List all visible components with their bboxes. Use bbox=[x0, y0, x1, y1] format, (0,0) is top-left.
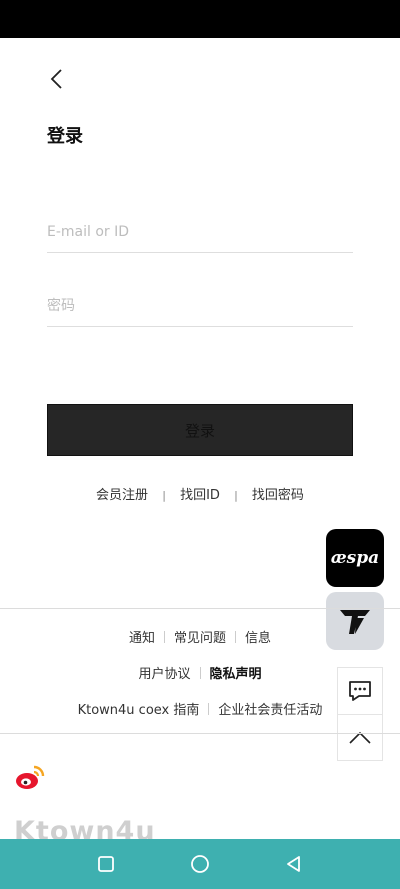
password-field-wrapper bbox=[47, 294, 353, 327]
find-password-link[interactable]: 找回密码 bbox=[252, 488, 304, 503]
page-title: 登录 bbox=[47, 126, 83, 147]
footer-divider bbox=[0, 608, 400, 609]
square-icon[interactable] bbox=[96, 854, 116, 874]
aespa-shortcut-button[interactable]: æspa bbox=[326, 529, 384, 587]
notice-link[interactable]: 通知 bbox=[129, 631, 155, 646]
password-input[interactable] bbox=[47, 294, 353, 318]
csr-link[interactable]: 企业社会责任活动 bbox=[218, 703, 322, 718]
coex-guide-link[interactable]: Ktown4u coex 指南 bbox=[78, 703, 200, 718]
triangle-back-icon[interactable] bbox=[284, 854, 304, 874]
system-navigation-bar bbox=[0, 839, 400, 889]
email-input[interactable] bbox=[47, 220, 353, 244]
back-icon bbox=[50, 69, 62, 89]
chat-button[interactable] bbox=[338, 668, 382, 714]
weibo-link[interactable] bbox=[14, 764, 46, 792]
privacy-link[interactable]: 隐私声明 bbox=[210, 667, 262, 682]
footer-divider-bottom bbox=[0, 733, 400, 734]
chat-icon bbox=[349, 681, 371, 701]
weibo-icon bbox=[16, 765, 45, 789]
footer-separator bbox=[208, 703, 210, 715]
email-field-wrapper bbox=[47, 220, 353, 253]
find-id-link[interactable]: 找回ID bbox=[180, 488, 220, 503]
faq-link[interactable]: 常见问题 bbox=[174, 631, 226, 646]
link-separator: | bbox=[162, 489, 166, 502]
scroll-top-button[interactable] bbox=[338, 714, 382, 761]
terms-link[interactable]: 用户协议 bbox=[138, 667, 190, 682]
footer-row-1: 通知 常见问题 信息 bbox=[0, 627, 400, 646]
account-links: 会员注册 | 找回ID | 找回密码 bbox=[0, 484, 400, 503]
footer-separator bbox=[199, 667, 201, 679]
link-separator: | bbox=[234, 489, 238, 502]
floating-tools bbox=[337, 667, 383, 761]
signup-link[interactable]: 会员注册 bbox=[96, 488, 148, 503]
back-button[interactable] bbox=[44, 64, 72, 94]
login-button[interactable]: 登录 bbox=[47, 404, 353, 456]
circle-icon[interactable] bbox=[189, 853, 211, 875]
status-bar bbox=[0, 0, 400, 38]
info-link[interactable]: 信息 bbox=[245, 631, 271, 646]
aespa-logo: æspa bbox=[330, 548, 380, 568]
footer-separator bbox=[235, 631, 236, 643]
footer-separator bbox=[163, 631, 165, 643]
